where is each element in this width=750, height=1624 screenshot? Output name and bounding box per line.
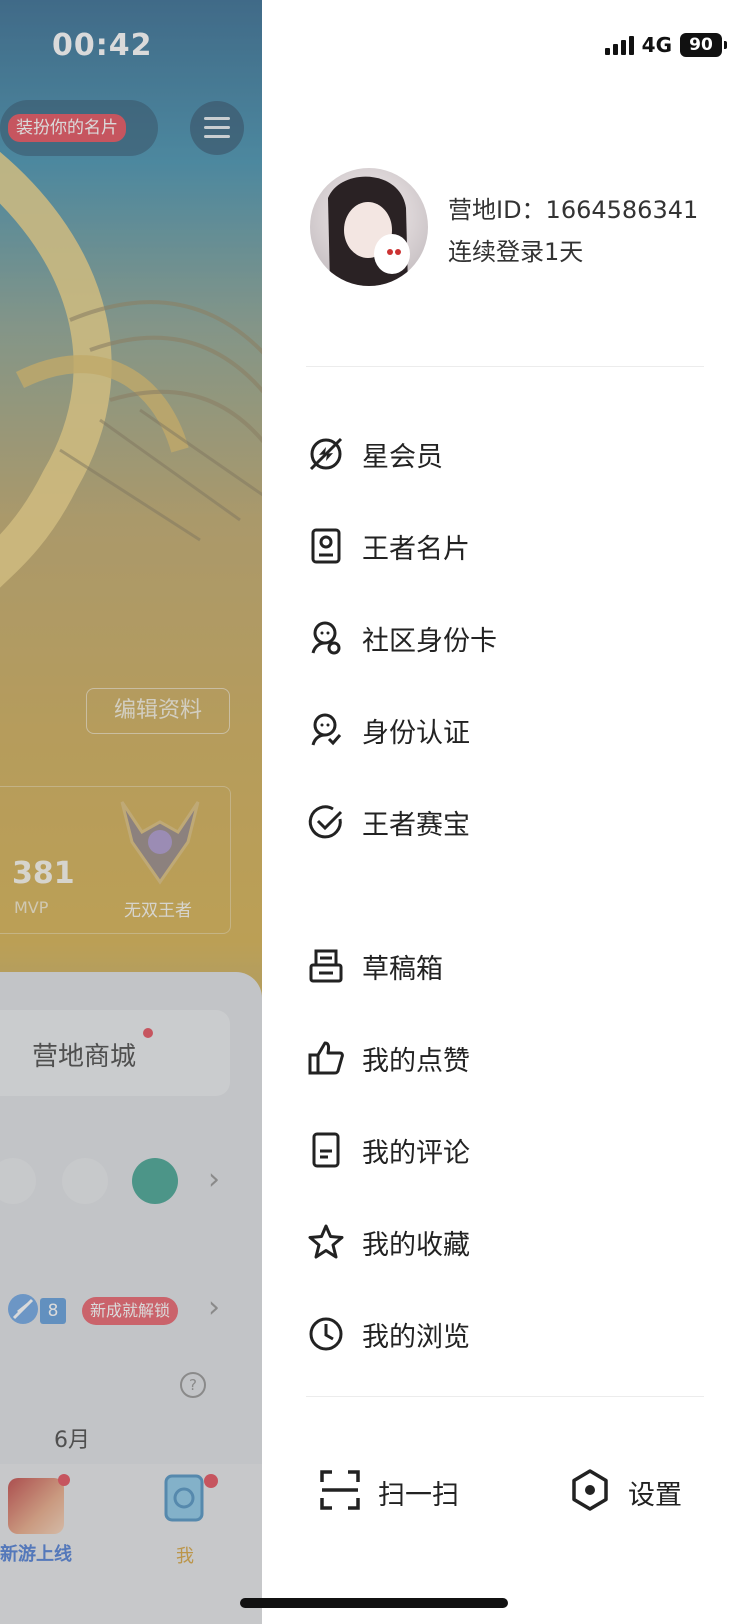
menu-item-label: 我的收藏 bbox=[362, 1229, 470, 1261]
menu-item-community-id[interactable]: 社区身份卡 bbox=[306, 608, 706, 668]
divider bbox=[306, 366, 704, 367]
background-profile-page: 00:42 装扮你的名片 编辑资料 381 MVP 无双王者 营地商城 › 8 … bbox=[0, 0, 262, 1624]
side-drawer: 4G 90 营地ID：1664586341 连续登录1天 星会员 王者名片 社区… bbox=[262, 0, 750, 1624]
drafts-icon bbox=[306, 946, 346, 986]
battery-icon: 90 bbox=[680, 33, 727, 57]
chevron-right-icon[interactable]: › bbox=[208, 1162, 220, 1197]
login-streak: 连续登录1天 bbox=[448, 238, 584, 266]
menu-item-my-favorites[interactable]: 我的收藏 bbox=[306, 1212, 706, 1272]
settings-label: 设置 bbox=[628, 1479, 682, 1511]
menu-item-label: 草稿箱 bbox=[362, 953, 443, 985]
menu-item-my-likes[interactable]: 我的点赞 bbox=[306, 1028, 706, 1088]
menu-item-drafts[interactable]: 草稿箱 bbox=[306, 936, 706, 996]
menu-item-my-comments[interactable]: 我的评论 bbox=[306, 1120, 706, 1180]
thumbs-up-icon bbox=[306, 1038, 346, 1078]
rank-label: 无双王者 bbox=[124, 901, 192, 921]
mvp-count: 381 bbox=[12, 856, 75, 891]
star-member-icon bbox=[306, 434, 346, 474]
mvp-label: MVP bbox=[14, 898, 49, 917]
dress-up-card-tag[interactable]: 装扮你的名片 bbox=[8, 114, 126, 142]
scan-button[interactable]: 扫一扫 bbox=[318, 1462, 459, 1522]
friend-avatar-placeholder bbox=[62, 1158, 108, 1204]
identity-verify-icon bbox=[306, 710, 346, 750]
chevron-right-icon[interactable]: › bbox=[208, 1290, 220, 1325]
rank-emblem-icon bbox=[120, 801, 200, 885]
game-card-icon bbox=[132, 1158, 178, 1204]
star-icon bbox=[306, 1222, 346, 1262]
avatar-image bbox=[328, 176, 410, 286]
settings-hexagon-icon bbox=[568, 1468, 612, 1516]
achievement-count: 8 bbox=[40, 1298, 66, 1324]
tab-new-games-label[interactable]: 新游上线 bbox=[0, 1540, 72, 1566]
help-icon[interactable]: ? bbox=[180, 1372, 206, 1398]
dress-up-card-pill[interactable]: 装扮你的名片 bbox=[0, 100, 158, 156]
tab-new-games-red-dot bbox=[58, 1474, 70, 1486]
menu-item-star-member[interactable]: 星会员 bbox=[306, 424, 706, 484]
menu-item-label: 我的点赞 bbox=[362, 1045, 470, 1077]
hero-dragon-art bbox=[0, 151, 262, 588]
tab-me-red-dot bbox=[204, 1474, 218, 1488]
menu-item-label: 王者赛宝 bbox=[362, 809, 470, 841]
month-label: 6月 bbox=[54, 1428, 90, 1453]
comment-doc-icon bbox=[306, 1130, 346, 1170]
home-indicator[interactable] bbox=[240, 1598, 508, 1608]
status-bar-right: 4G 90 bbox=[604, 32, 727, 58]
sai-bao-check-icon bbox=[306, 802, 346, 842]
menu-item-label: 身份认证 bbox=[362, 717, 470, 749]
shop-red-dot bbox=[143, 1028, 153, 1038]
menu-item-name-card[interactable]: 王者名片 bbox=[306, 516, 706, 576]
menu-item-my-history[interactable]: 我的浏览 bbox=[306, 1304, 706, 1364]
menu-item-sai-bao[interactable]: 王者赛宝 bbox=[306, 792, 706, 852]
tab-new-games-icon[interactable] bbox=[8, 1478, 64, 1534]
new-achievement-tag[interactable]: 新成就解锁 bbox=[82, 1297, 179, 1325]
menu-item-label: 王者名片 bbox=[362, 533, 470, 565]
settings-button[interactable]: 设置 bbox=[568, 1462, 682, 1522]
scan-label: 扫一扫 bbox=[378, 1479, 459, 1511]
star-member-badge-icon bbox=[8, 1294, 38, 1324]
avatar[interactable] bbox=[310, 168, 428, 286]
menu-item-identity-verify[interactable]: 身份认证 bbox=[306, 700, 706, 760]
tab-me-label[interactable]: 我 bbox=[176, 1542, 194, 1568]
menu-item-label: 我的浏览 bbox=[362, 1321, 470, 1353]
edit-profile-button[interactable]: 编辑资料 bbox=[86, 688, 230, 734]
divider bbox=[306, 1396, 704, 1397]
camp-shop-label[interactable]: 营地商城 bbox=[32, 1036, 136, 1073]
scan-icon bbox=[318, 1468, 362, 1516]
status-time: 00:42 bbox=[52, 28, 153, 63]
camp-id: 营地ID：1664586341 bbox=[448, 196, 699, 224]
name-card-icon bbox=[306, 526, 346, 566]
network-type: 4G bbox=[641, 33, 672, 57]
menu-item-label: 我的评论 bbox=[362, 1137, 470, 1169]
clock-icon bbox=[306, 1314, 346, 1354]
community-id-icon bbox=[306, 618, 346, 658]
drawer-menu-button[interactable] bbox=[190, 101, 244, 155]
menu-item-label: 星会员 bbox=[362, 441, 443, 473]
signal-icon bbox=[604, 35, 634, 55]
menu-item-label: 社区身份卡 bbox=[362, 625, 497, 657]
